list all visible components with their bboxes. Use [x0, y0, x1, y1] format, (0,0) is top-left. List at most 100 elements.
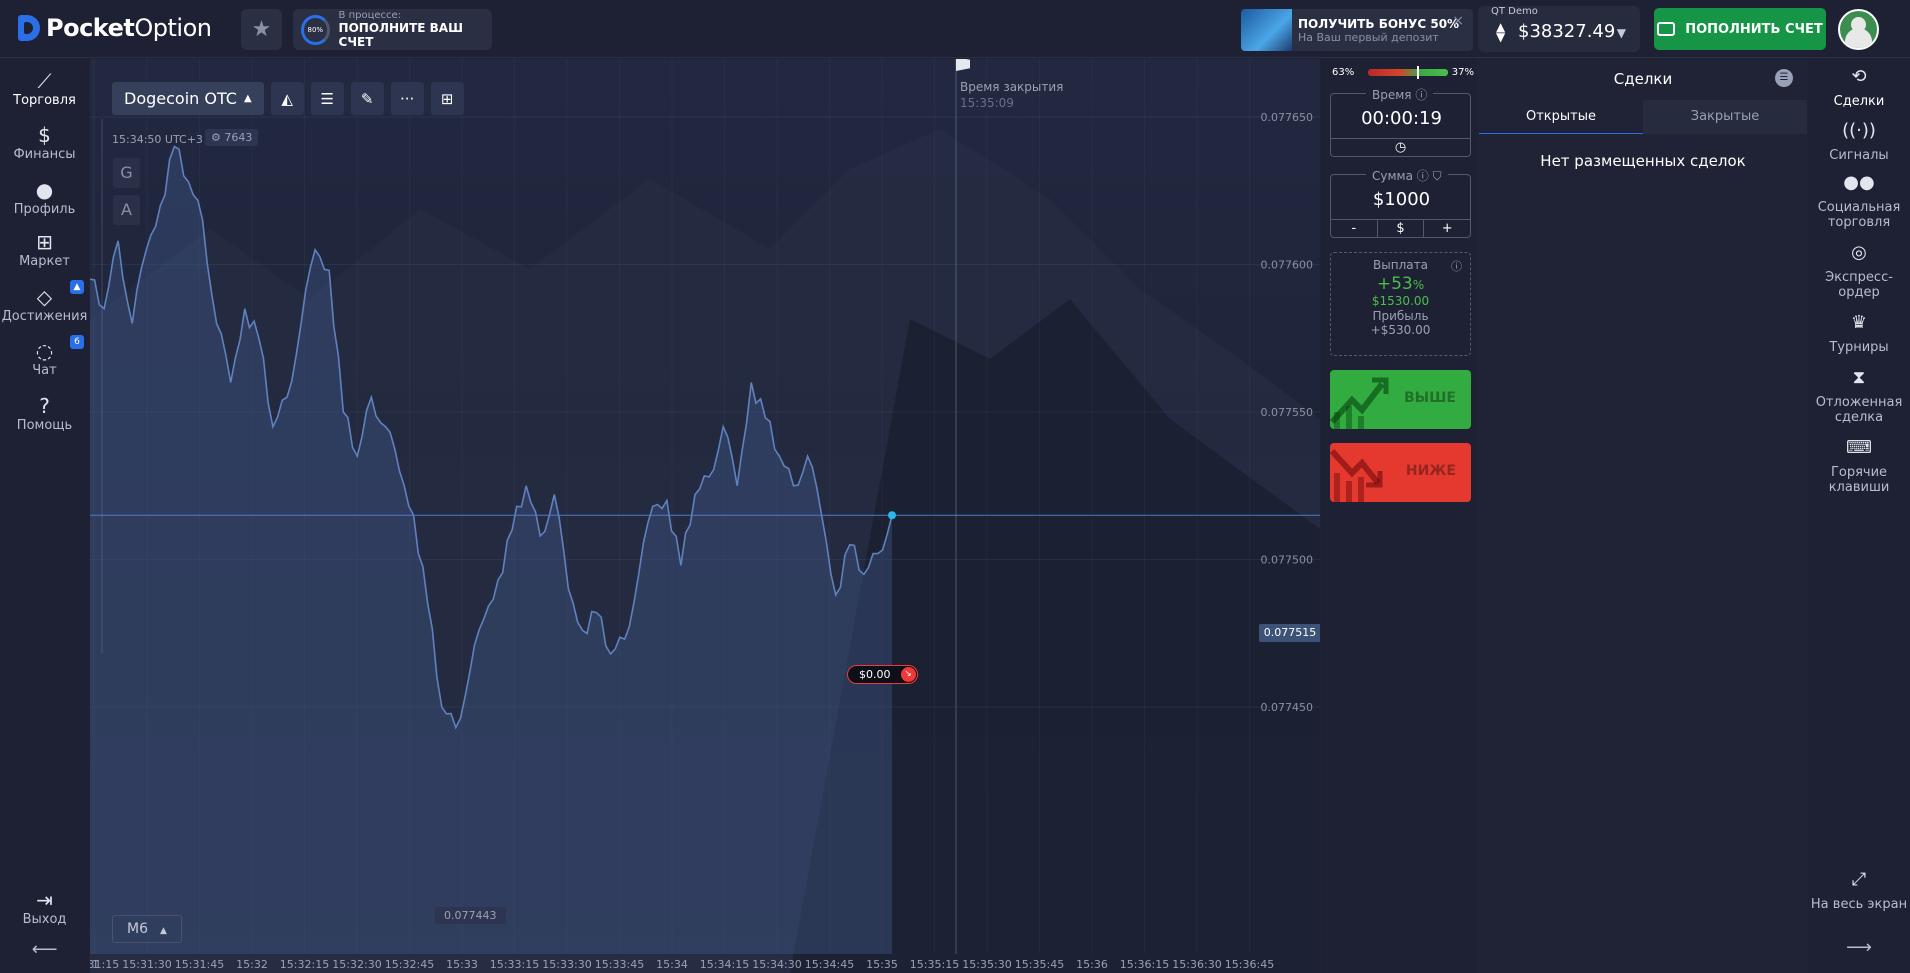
nav-market-label: Маркет: [19, 254, 70, 269]
payout-label: Выплата: [1373, 258, 1428, 272]
nav-finance[interactable]: $ Финансы: [0, 123, 89, 162]
x-tick-label: 15:32:45: [385, 958, 434, 971]
x-tick-label: 15:34:30: [752, 958, 801, 971]
timeframe-value: M6: [127, 921, 148, 937]
drawing-tool-button[interactable]: ✎: [350, 82, 384, 115]
logo[interactable]: PocketOption: [18, 13, 212, 43]
x-tick-label: 15:35:30: [962, 958, 1011, 971]
collapse-arrow-icon[interactable]: ⟵: [0, 939, 89, 960]
nav-chat[interactable]: ◌ Чат: [0, 339, 89, 378]
x-tick-label: 15:32:15: [280, 958, 329, 971]
nav-help[interactable]: ? Помощь: [0, 394, 89, 433]
avatar[interactable]: [1838, 9, 1879, 50]
currency-button[interactable]: $: [1378, 220, 1425, 238]
y-tick-label: 0.077650: [1261, 111, 1314, 124]
time-value[interactable]: 00:00:19: [1331, 108, 1472, 129]
logo-mark-icon: [18, 15, 40, 41]
x-tick-label: 15:35: [866, 958, 898, 971]
users-icon: ●●: [1843, 172, 1875, 193]
progress-ring-icon: 80%: [301, 14, 330, 45]
nav-trading[interactable]: ⟋ Торговля: [0, 69, 89, 108]
logo-text: PocketOption: [46, 14, 212, 42]
timeframe-selector[interactable]: M6 ▲: [112, 915, 182, 943]
y-tick-label: 0.077600: [1261, 259, 1314, 272]
chevron-down-icon: ▼: [1616, 26, 1626, 40]
rnav-fullscreen[interactable]: ⤢ На весь экран: [1808, 871, 1910, 913]
x-tick-label: 15:33:30: [542, 958, 591, 971]
nav-market[interactable]: ⊞ Маркет: [0, 230, 89, 269]
chart-area[interactable]: 0.077650 0.077600 0.077550 0.077500 0.077450…: [90, 59, 1320, 973]
deals-empty-message: Нет размещенных сделок: [1540, 152, 1746, 170]
profit-value: +$530.00: [1370, 323, 1431, 337]
tab-open-deals[interactable]: Открытые: [1479, 100, 1643, 134]
nav-achievements[interactable]: ◇ Достижения: [0, 285, 89, 324]
amount-minus-button[interactable]: -: [1331, 220, 1378, 238]
rnav-deals[interactable]: ⟲ Сделки: [1808, 68, 1910, 110]
g-button[interactable]: G: [113, 158, 140, 188]
rnav-pending-trade[interactable]: ⧗ Отложенная сделка: [1808, 369, 1910, 426]
cart-icon: ⊞: [36, 230, 53, 254]
trade-marker[interactable]: $0.00 ↘: [847, 665, 918, 684]
buy-up-label: ВЫШЕ: [1403, 390, 1456, 406]
bonus-close-icon[interactable]: ×: [1452, 13, 1464, 29]
rnav-tournaments[interactable]: ♛ Турниры: [1808, 312, 1910, 356]
sell-down-button[interactable]: НИЖЕ: [1330, 443, 1471, 502]
nav-finance-label: Финансы: [13, 147, 76, 162]
price-chart[interactable]: 0.077650 0.077600 0.077550 0.077500 0.077450…: [90, 59, 1320, 973]
trade-marker-value: $0.00: [859, 668, 891, 681]
deposit-label: ПОПОЛНИТЬ СЧЕТ: [1685, 21, 1823, 37]
x-tick-label: 15:33:45: [595, 958, 644, 971]
buy-up-button[interactable]: ВЫШЕ: [1330, 370, 1471, 429]
logout-icon: ⇥: [36, 888, 53, 912]
payout-help-icon[interactable]: ⓘ: [1451, 258, 1462, 274]
current-price-dot: [888, 511, 896, 520]
rnav-hotkeys[interactable]: ⌨ Горячие клавиши: [1808, 439, 1910, 496]
y-tick-label: 0.077450: [1261, 701, 1314, 714]
a-button[interactable]: A: [113, 195, 140, 225]
deposit-progress-widget[interactable]: 80% В процессе: ПОПОЛНИТЕ ВАШ СЧЕТ: [293, 9, 492, 50]
nav-profile[interactable]: ● Профиль: [0, 178, 89, 217]
deals-menu-icon[interactable]: ☰: [1775, 69, 1793, 87]
clock-icon[interactable]: ◷: [1331, 138, 1470, 157]
close-time-label: Время закрытия 15:35:09: [960, 80, 1064, 110]
right-sidebar: ⟲ Сделки ((·)) Сигналы ●● Социальная торгов…: [1808, 59, 1910, 973]
chart-type-button[interactable]: ◭: [270, 82, 304, 115]
bonus-image: [1241, 9, 1292, 51]
trophy-icon: ♛: [1850, 312, 1868, 333]
rnav-social-trading[interactable]: ●● Социальная торговля: [1808, 172, 1910, 231]
bonus-banner[interactable]: ПОЛУЧИТЬ БОНУС 50% На Ваш первый депозит…: [1241, 9, 1473, 51]
more-button[interactable]: ···: [390, 82, 424, 115]
trade-panel: 63% 37% Время ⓘ 00:00:19 ◷ Сумма ⓘ ⛉ $10…: [1321, 59, 1477, 973]
arrow-down-trend-icon: [1330, 448, 1383, 502]
bonus-subtitle: На Ваш первый депозит: [1298, 30, 1439, 44]
rnav-signals[interactable]: ((·)) Сигналы: [1808, 122, 1910, 164]
rnav-express-order[interactable]: ◎ Экспресс-ордер: [1808, 244, 1910, 301]
nav-logout[interactable]: ⇥ Выход: [0, 888, 89, 927]
deposit-button[interactable]: ПОПОЛНИТЬ СЧЕТ: [1654, 8, 1826, 50]
chart-line-icon: ⟋: [37, 69, 52, 93]
min-price-tag: 0.077443: [435, 907, 506, 924]
account-selector[interactable]: QT Demo ▲ ▼ $38327.49 ▼: [1478, 6, 1640, 52]
x-tick-label: 15:31:45: [175, 958, 224, 971]
nav-chat-label: Чат: [32, 363, 57, 378]
x-tick-label: 15:36: [1076, 958, 1108, 971]
chart-settings-badge[interactable]: ⚙ 7643: [205, 129, 259, 146]
x-tick-label: 15:31:15: [90, 958, 119, 971]
asset-selector[interactable]: Dogecoin OTC ▲: [112, 82, 264, 115]
favorites-star-button[interactable]: ★: [241, 9, 282, 50]
time-box[interactable]: Время ⓘ 00:00:19 ◷: [1330, 86, 1472, 157]
deals-title: Сделки: [1613, 70, 1673, 88]
amount-value[interactable]: $1000: [1331, 189, 1472, 210]
layout-grid-button[interactable]: ⊞: [430, 82, 464, 115]
x-tick-label: 15:36:15: [1120, 958, 1169, 971]
x-tick-label: 15:33:15: [490, 958, 539, 971]
nav-profile-label: Профиль: [13, 202, 76, 217]
indicators-button[interactable]: ☰: [310, 82, 344, 115]
x-tick-label: 15:32:30: [332, 958, 381, 971]
expand-arrow-icon[interactable]: ⟶: [1808, 939, 1910, 957]
deals-panel: Сделки ☰ Открытые Закрытые Нет размещенн…: [1479, 59, 1807, 973]
amount-box[interactable]: Сумма ⓘ ⛉ $1000 - $ +: [1330, 167, 1472, 238]
help-icon: ?: [39, 394, 50, 418]
amount-plus-button[interactable]: +: [1424, 220, 1470, 238]
tab-closed-deals[interactable]: Закрытые: [1643, 100, 1807, 134]
